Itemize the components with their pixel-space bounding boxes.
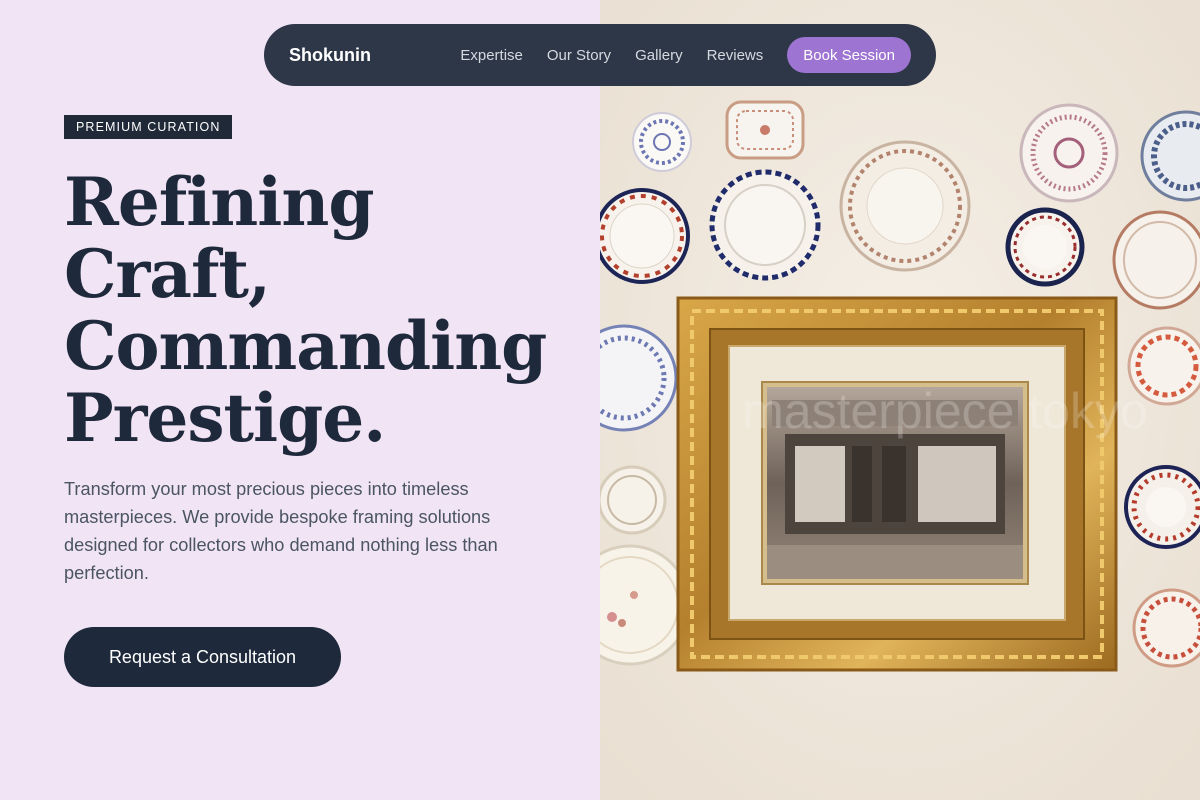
request-consultation-button[interactable]: Request a Consultation: [64, 627, 341, 687]
nav-link-gallery[interactable]: Gallery: [635, 47, 683, 64]
hero-image: masterpiece tokyo: [600, 0, 1200, 800]
nav-link-reviews[interactable]: Reviews: [707, 47, 764, 64]
hero-title: Refining Craft, Commanding Prestige.: [64, 166, 584, 454]
brand-logo[interactable]: Shokunin: [289, 45, 371, 66]
gilded-frame: [676, 296, 1118, 672]
premium-badge: PREMIUM CURATION: [64, 115, 233, 139]
hero-image-illustration: masterpiece tokyo: [600, 0, 1200, 800]
nav-link-our-story[interactable]: Our Story: [547, 47, 611, 64]
hero-title-line: Refining: [64, 163, 375, 241]
top-navbar: Shokunin Expertise Our Story Gallery Rev…: [264, 24, 936, 86]
book-session-button[interactable]: Book Session: [787, 37, 911, 73]
hero-title-line: Craft,: [64, 235, 271, 313]
nav-links: Expertise Our Story Gallery Reviews Book…: [460, 37, 911, 73]
hero-left-panel: PREMIUM CURATION Refining Craft, Command…: [0, 0, 600, 800]
watermark-text: masterpiece tokyo: [742, 383, 1148, 439]
nav-link-expertise[interactable]: Expertise: [460, 47, 523, 64]
hero-description: Transform your most precious pieces into…: [64, 479, 498, 583]
hero-title-line: Prestige.: [64, 379, 386, 457]
hero-title-line: Commanding: [64, 307, 547, 385]
